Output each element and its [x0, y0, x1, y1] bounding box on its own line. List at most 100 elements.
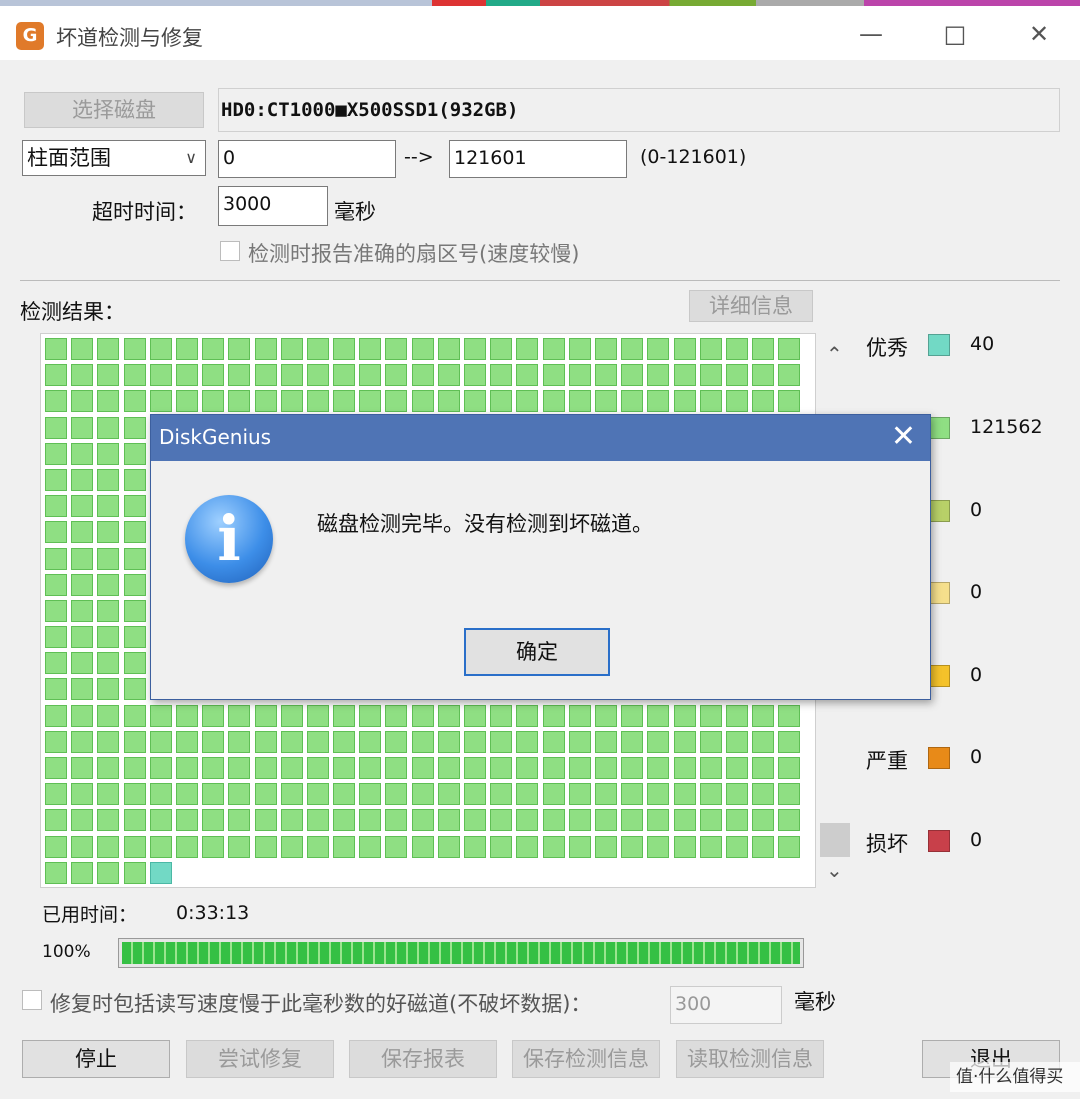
track-block	[673, 835, 696, 858]
track-block	[71, 783, 94, 806]
scrollbar-thumb[interactable]	[820, 823, 850, 857]
title-bar: G 坏道检测与修复 — □ ✕	[0, 6, 1080, 60]
legend-swatch	[928, 665, 950, 687]
legend-count: 40	[970, 333, 995, 355]
track-block	[202, 338, 225, 360]
track-block	[123, 573, 146, 596]
track-block	[542, 364, 565, 387]
accurate-sector-label: 检测时报告准确的扇区号(速度较慢)	[248, 242, 580, 266]
timeout-input[interactable]: 3000	[218, 186, 328, 226]
save-info-button[interactable]: 保存检测信息	[512, 1040, 660, 1078]
accurate-sector-checkbox[interactable]	[220, 241, 240, 261]
track-block	[752, 704, 775, 727]
track-block	[149, 783, 172, 806]
track-block	[725, 783, 748, 806]
track-block	[490, 783, 513, 806]
track-block	[752, 757, 775, 779]
track-block	[542, 338, 565, 360]
save-report-button[interactable]: 保存报表	[349, 1040, 497, 1078]
track-block	[568, 364, 591, 387]
chevron-down-icon: ∨	[185, 148, 197, 167]
track-block	[71, 442, 94, 465]
track-block	[97, 468, 120, 491]
track-block	[542, 704, 565, 727]
legend-count: 0	[970, 746, 983, 768]
stop-button[interactable]: 停止	[22, 1040, 170, 1078]
track-block	[45, 390, 67, 413]
track-block	[490, 835, 513, 858]
track-block	[45, 861, 67, 884]
empty-slot	[490, 862, 512, 884]
legend-swatch	[928, 500, 950, 522]
track-block	[568, 338, 591, 360]
track-block	[333, 809, 356, 832]
track-block	[516, 757, 539, 779]
track-block	[228, 783, 251, 806]
close-button[interactable]: ✕	[1014, 16, 1064, 52]
track-block	[568, 835, 591, 858]
track-block	[359, 338, 382, 360]
chevron-down-icon[interactable]: ⌄	[826, 858, 843, 882]
track-block	[175, 390, 198, 413]
track-block	[45, 364, 67, 387]
dialog-close-icon[interactable]: ✕	[891, 419, 916, 454]
track-block	[594, 757, 617, 779]
track-block	[202, 364, 225, 387]
legend-swatch	[928, 830, 950, 852]
track-block	[725, 390, 748, 413]
track-block	[123, 730, 146, 753]
track-block	[123, 783, 146, 806]
elapsed-value: 0:33:13	[176, 902, 250, 924]
repair-slow-checkbox[interactable]	[22, 990, 42, 1010]
track-block	[411, 704, 434, 727]
details-button[interactable]: 详细信息	[689, 290, 813, 322]
select-disk-button[interactable]: 选择磁盘	[24, 92, 204, 128]
try-repair-button[interactable]: 尝试修复	[186, 1040, 334, 1078]
track-block	[437, 704, 460, 727]
track-block	[97, 678, 120, 701]
empty-slot	[202, 862, 224, 884]
dialog-ok-button[interactable]: 确定	[464, 628, 610, 676]
maximize-button[interactable]: □	[930, 16, 980, 52]
repair-slow-input[interactable]: 300	[670, 986, 782, 1024]
track-block	[490, 390, 513, 413]
track-block	[516, 783, 539, 806]
track-block	[149, 730, 172, 753]
empty-slot	[647, 862, 669, 884]
minimize-button[interactable]: —	[846, 16, 896, 52]
track-block	[71, 495, 94, 518]
track-block	[490, 704, 513, 727]
track-block	[359, 809, 382, 832]
track-block	[490, 730, 513, 753]
track-block	[516, 364, 539, 387]
track-block	[202, 809, 225, 832]
track-block	[359, 783, 382, 806]
track-block	[437, 364, 460, 387]
range-to-input[interactable]: 121601	[449, 140, 627, 178]
chevron-up-icon[interactable]: ⌃	[826, 342, 843, 366]
track-block	[568, 730, 591, 753]
load-info-button[interactable]: 读取检测信息	[676, 1040, 824, 1078]
track-block	[725, 757, 748, 779]
track-block	[254, 730, 277, 753]
range-from-input[interactable]: 0	[218, 140, 396, 178]
track-block	[464, 338, 486, 360]
empty-slot	[176, 862, 198, 884]
track-block	[594, 364, 617, 387]
track-block	[123, 809, 146, 832]
track-block	[123, 468, 146, 491]
track-block	[333, 757, 356, 779]
track-block	[752, 730, 775, 753]
track-block	[306, 338, 329, 360]
track-block	[254, 704, 277, 727]
track-block	[385, 809, 408, 832]
track-block	[359, 390, 382, 413]
range-mode-select[interactable]: 柱面范围 ∨	[22, 140, 206, 176]
track-block	[725, 704, 748, 727]
track-block	[71, 364, 94, 387]
track-block	[621, 730, 644, 753]
track-block	[123, 364, 146, 387]
track-block	[594, 730, 617, 753]
track-block	[464, 809, 486, 832]
track-block	[594, 704, 617, 727]
